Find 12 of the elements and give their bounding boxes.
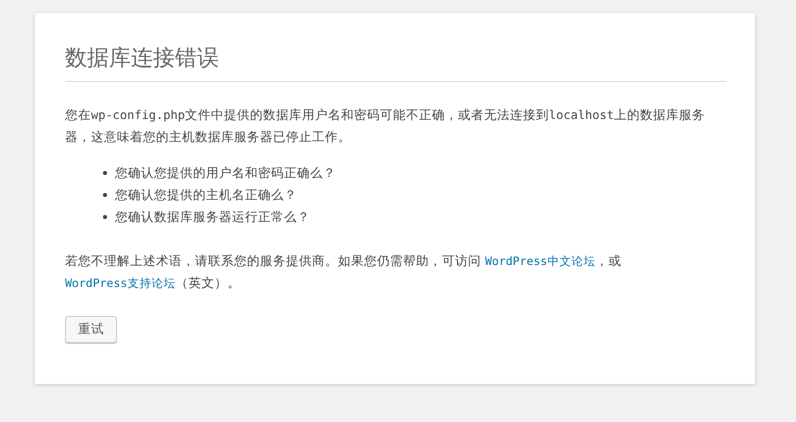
help-message: 若您不理解上述术语，请联系您的服务提供商。如果您仍需帮助，可访问 WordPress中文论坛，或 WordPress支持论坛（英文）。 [65, 252, 622, 292]
check-item: 您确认数据库服务器运行正常么？ [115, 208, 310, 226]
retry-button[interactable]: 重试 [65, 316, 117, 343]
page-title: 数据库连接错误 [65, 43, 727, 82]
forum-link[interactable]: WordPress支持论坛 [65, 276, 176, 290]
forum-link[interactable]: WordPress中文论坛 [484, 254, 596, 268]
bullet-icon [103, 193, 107, 197]
check-item: 您确认您提供的用户名和密码正确么？ [115, 164, 336, 182]
check-item: 您确认您提供的主机名正确么？ [115, 186, 297, 204]
error-message: 您在wp-config.php文件中提供的数据库用户名和密码可能不正确，或者无法连接到localhost上的数据库服务器，这意味着您的主机数据库服务器已停止工作。 [65, 106, 706, 146]
bullet-icon [103, 171, 107, 175]
bullet-icon [103, 215, 107, 219]
